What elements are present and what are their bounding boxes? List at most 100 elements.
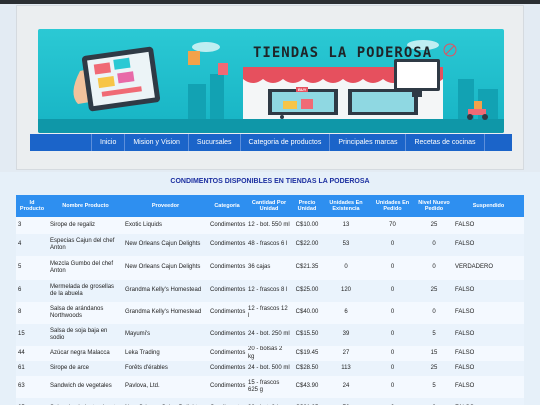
table-cell: FALSO [455,287,475,294]
table-cell: 120 [340,287,351,294]
nav-mision-vision[interactable]: Mision y Vision [125,134,189,151]
table-cell: 24 [342,383,350,390]
table-cell: 5 [18,264,22,271]
table-cell: New Orleans Cajun Delights [125,264,201,271]
table-cell: C$10.00 [295,221,319,228]
table-row: 65Salsa de pimiento picanteNew Orleans C… [16,398,524,405]
table-cell: 8 [18,309,22,316]
table-cell: Mayumi's [125,331,151,338]
nav-principales-marcas[interactable]: Principales marcas [330,134,407,151]
table-cell: 0 [390,241,395,248]
table-cell: Exotic Liquids [125,221,163,228]
table-cell: C$19.45 [295,349,319,356]
main-content: CONDIMENTOS DISPONIBLES EN TIENDAS LA PO… [0,172,540,405]
table-cell: 6 [344,309,348,316]
table-row: 44 Azúcar negra Malacca Leka Trading Condim… [16,346,524,361]
table-cell: 5 [432,383,436,390]
table-cell: VERDADERO [455,264,494,271]
nav-sucursales[interactable]: Sucursales [189,134,241,151]
products-table: Id Producto Nombre Producto Proveedor Ca… [16,195,524,405]
table-cell: 15 [430,349,438,356]
table-cell: Condimentos [208,398,246,405]
table-cell: 65 [16,398,48,405]
table-cell: Salsa de pimiento picante [48,398,123,405]
table-cell: 0 [344,264,348,271]
table-cell: 70 [389,221,396,228]
table-cell: C$21.35 [295,264,319,271]
table-cell: 48 - frascos 6 l [248,241,288,248]
col-header-precio: Precio Unidad [292,195,322,217]
table-cell: FALSO [455,309,475,316]
table-cell: Azúcar negra Malacca [50,349,110,356]
table-cell: Condimentos [210,241,246,248]
table-cell: 32 - bot. 8 l [246,398,292,405]
table-cell: 6 [18,287,22,294]
nav-recetas-cocinas[interactable]: Recetas de cocinas [406,134,485,151]
table-row: 15 Salsa de soja baja en sodio Mayumi's Con… [16,324,524,346]
table-row: 6 Mermelada de grosellas de la abuela Gran… [16,280,524,302]
table-cell: New Orleans Cajun Delights [123,398,208,405]
table-cell: Condimentos [210,331,246,338]
site-header: TIENDAS LA PODEROSA BUY Inicio Mision y … [16,5,524,170]
nav-inicio[interactable]: Inicio [91,134,126,151]
table-cell: New Orleans Cajun Delights [125,241,201,248]
table-cell: 15 - frascos 625 g [248,379,280,393]
table-cell: 53 [342,241,350,248]
table-cell: C$15.50 [295,331,319,338]
table-row: 4 Especias Cajun del chef Anton New Orlean… [16,234,524,256]
table-row: 63 Sandwich de vegetales Pavlova, Ltd. Cond… [16,376,524,398]
browser-top-bar [0,0,540,4]
col-header-pedido: Unidades En Pedido [370,195,415,217]
nav-categoria-productos[interactable]: Categoria de productos [241,134,331,151]
table-cell: Salsa de soja baja en sodio [50,327,108,341]
table-cell: 44 [18,349,25,356]
table-cell: 20 - bolsas 2 kg [248,346,283,360]
col-header-categoria: Categoria [208,195,246,217]
table-cell: Sirope de regaliz [50,221,96,228]
table-cell: Condimentos [210,221,246,228]
table-cell: 25 [430,364,438,371]
col-header-existencia: Unidades En Existencia [322,195,370,217]
table-cell: 113 [341,364,351,371]
col-header-nombre: Nombre Producto [48,195,123,217]
table-cell: Mezcla Gumbo del chef Anton [50,260,114,274]
table-cell: Condimentos [210,309,246,316]
table-cell: C$28.50 [295,364,319,371]
table-cell: C$43.90 [295,383,319,390]
table-cell: Grandma Kelly's Homestead [125,287,202,294]
table-cell: 61 [18,364,25,371]
table-cell: 0 [390,309,395,316]
table-cell: FALSO [455,364,475,371]
table-cell: 15 [18,331,25,338]
table-cell: 0 [415,398,453,405]
table-cell: 5 [432,331,436,338]
table-cell: Salsa de arándanos Northwoods [50,305,104,319]
table-cell: FALSO [455,221,475,228]
table-cell: 13 [342,221,350,228]
table-cell: C$21.05 [292,398,322,405]
table-cell: FALSO [453,398,524,405]
page-heading: CONDIMENTOS DISPONIBLES EN TIENDAS LA PO… [170,178,370,185]
table-cell: 24 - bot. 500 ml [248,364,290,371]
table-cell: 63 [18,383,25,390]
table-cell: C$25.00 [295,287,319,294]
table-cell: Pavlova, Ltd. [125,383,160,390]
table-cell: 0 [432,309,436,316]
table-cell: 0 [390,364,395,371]
col-header-nivel: Nivel Nuevo Pedido [415,195,453,217]
col-header-suspendido: Suspendido [453,195,524,217]
table-cell: Condimentos [210,364,246,371]
table-cell: 12 - bot. 550 ml [248,221,290,228]
col-header-cantidad: Cantidad Por Unidad [246,195,292,217]
table-cell: FALSO [455,349,475,356]
table-cell: 0 [390,287,395,294]
table-cell: Mermelada de grosellas de la abuela [50,283,115,297]
store-banner: TIENDAS LA PODEROSA BUY [38,29,504,133]
table-cell: 25 [430,221,438,228]
table-cell: Condimentos [210,349,246,356]
table-cell: 24 - bot. 250 ml [248,331,290,338]
table-cell: FALSO [455,331,475,338]
table-cell: 0 [390,383,395,390]
table-cell: Forêts d'érables [125,364,168,371]
table-row: 8 Salsa de arándanos Northwoods Grandma Ke… [16,302,524,324]
